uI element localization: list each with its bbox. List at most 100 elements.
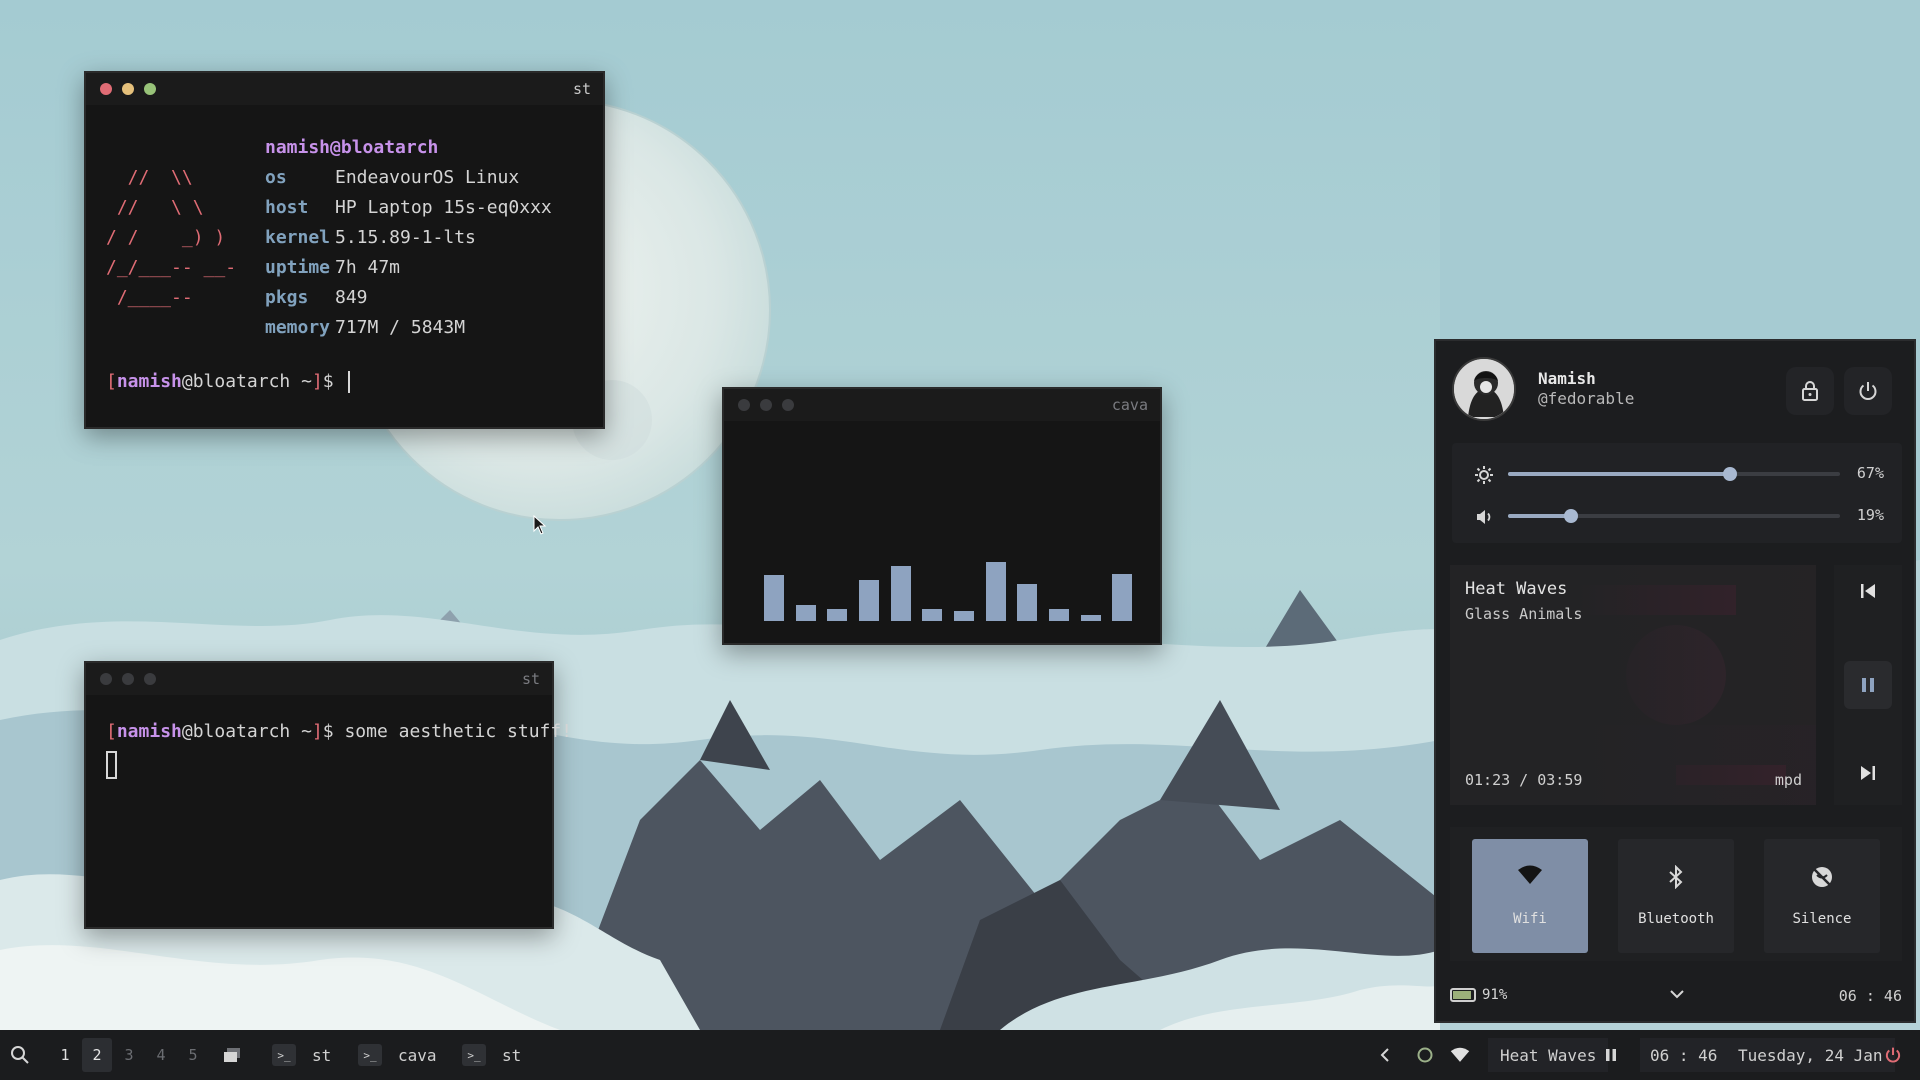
prompt-sign: $ xyxy=(322,721,334,742)
taskbar: 1 2 3 4 5 >_ st >_ cava >_ st Heat Waves… xyxy=(0,1030,1920,1080)
fetch-value: EndeavourOS Linux xyxy=(335,167,520,188)
wifi-icon xyxy=(1450,1047,1470,1062)
lock-button[interactable] xyxy=(1786,367,1834,415)
workspace-3[interactable]: 3 xyxy=(114,1038,144,1072)
taskbar-pause-button[interactable] xyxy=(1604,1030,1618,1080)
ascii-art-line: // \ \ xyxy=(106,197,204,218)
window-overview-icon xyxy=(224,1048,240,1062)
terminal-icon: >_ xyxy=(358,1044,382,1066)
brightness-slider[interactable] xyxy=(1508,467,1840,481)
power-icon xyxy=(1859,382,1877,400)
wifi-toggle[interactable]: Wifi xyxy=(1472,839,1588,953)
window-title: st xyxy=(521,670,540,688)
chevron-down-icon[interactable] xyxy=(1668,985,1686,1003)
user-name: Namish xyxy=(1538,369,1596,388)
date-text: Tuesday, 24 Jan xyxy=(1726,1038,1895,1072)
tray-expand-button[interactable] xyxy=(1378,1030,1392,1080)
task-cava[interactable]: >_ cava xyxy=(358,1030,437,1080)
player-source: mpd xyxy=(1774,771,1802,789)
now-playing[interactable]: Heat Waves xyxy=(1488,1030,1609,1080)
prompt-user: namish xyxy=(116,371,182,392)
network-status[interactable] xyxy=(1416,1030,1434,1080)
workspace-5[interactable]: 5 xyxy=(178,1038,208,1072)
fetch-value: 5.15.89-1-lts xyxy=(335,227,476,248)
pause-icon xyxy=(1606,1049,1616,1061)
taskbar-clock[interactable]: 06 : 46 xyxy=(1640,1030,1728,1080)
next-track-button[interactable] xyxy=(1844,749,1892,797)
search-button[interactable] xyxy=(10,1030,30,1080)
skip-next-icon xyxy=(1861,766,1875,780)
maximize-button[interactable] xyxy=(782,399,794,411)
workspace-2[interactable]: 2 xyxy=(82,1038,112,1072)
cava-visualizer-window[interactable]: cava xyxy=(722,387,1162,645)
task-st[interactable]: >_ st xyxy=(272,1030,331,1080)
window-overview-button[interactable] xyxy=(222,1030,242,1080)
wifi-status[interactable] xyxy=(1450,1030,1470,1080)
previous-track-button[interactable] xyxy=(1844,567,1892,615)
close-button[interactable] xyxy=(100,83,112,95)
toggle-label: Bluetooth xyxy=(1638,911,1714,927)
window-title: st xyxy=(572,80,591,98)
volume-icon xyxy=(1477,510,1491,524)
window-titlebar[interactable]: cava xyxy=(724,389,1160,421)
close-button[interactable] xyxy=(738,399,750,411)
slider-fill xyxy=(1508,472,1730,476)
user-profile: Namish @fedorable xyxy=(1452,357,1634,421)
maximize-button[interactable] xyxy=(144,673,156,685)
volume-slider[interactable] xyxy=(1508,509,1840,523)
ascii-art-line: // \\ xyxy=(106,167,193,188)
user-handle: @fedorable xyxy=(1538,389,1635,408)
fetch-value: 717M / 5843M xyxy=(335,317,466,338)
track-artist: Glass Animals xyxy=(1465,605,1583,623)
now-playing-title: Heat Waves xyxy=(1488,1038,1609,1072)
window-title: cava xyxy=(1111,396,1148,414)
minimize-button[interactable] xyxy=(760,399,772,411)
text-cursor xyxy=(348,371,351,393)
battery-icon xyxy=(1450,988,1476,1002)
slider-knob[interactable] xyxy=(1564,509,1578,523)
window-titlebar[interactable]: st xyxy=(86,73,603,105)
lock-icon xyxy=(1802,381,1818,401)
fetch-value: HP Laptop 15s-eq0xxx xyxy=(335,197,552,218)
fetch-key: host xyxy=(265,197,309,218)
maximize-button[interactable] xyxy=(144,83,156,95)
circle-status-icon xyxy=(1417,1047,1433,1063)
ascii-art-line: /_/___-- __- xyxy=(106,257,237,278)
search-icon xyxy=(11,1046,29,1064)
taskbar-power-button[interactable] xyxy=(1884,1030,1902,1080)
audio-bar xyxy=(922,609,942,621)
audio-bar xyxy=(954,611,974,621)
minimize-button[interactable] xyxy=(122,673,134,685)
workspace-1[interactable]: 1 xyxy=(50,1038,80,1072)
taskbar-date[interactable]: Tuesday, 24 Jan xyxy=(1726,1030,1895,1080)
fetch-key: kernel xyxy=(265,227,331,248)
window-titlebar[interactable]: st xyxy=(86,663,552,695)
block-cursor xyxy=(106,751,117,779)
task-label: cava xyxy=(398,1045,437,1065)
brightness-row: 67% xyxy=(1452,459,1902,489)
slider-knob[interactable] xyxy=(1723,467,1737,481)
silence-toggle[interactable]: Silence xyxy=(1764,839,1880,953)
wifi-icon xyxy=(1518,865,1542,884)
volume-value: 19% xyxy=(1856,506,1884,524)
close-button[interactable] xyxy=(100,673,112,685)
terminal-window[interactable]: st [namish@bloatarch ~]$ some aesthetic … xyxy=(84,661,572,929)
power-button[interactable] xyxy=(1844,367,1892,415)
audio-bar xyxy=(796,605,816,621)
task-st[interactable]: >_ st xyxy=(462,1030,521,1080)
ascii-art-line xyxy=(106,313,265,343)
brightness-icon xyxy=(1475,466,1493,484)
workspace-4[interactable]: 4 xyxy=(146,1038,176,1072)
shell-prompt[interactable]: [namish@bloatarch ~]$ some aesthetic stu… xyxy=(106,721,572,742)
terminal-window-fetch[interactable]: st namish@bloatarch // \\ os EndeavourOS… xyxy=(84,71,605,429)
bluetooth-toggle[interactable]: Bluetooth xyxy=(1618,839,1734,953)
prompt-user: namish xyxy=(116,721,182,742)
slider-fill xyxy=(1508,514,1571,518)
minimize-button[interactable] xyxy=(122,83,134,95)
typed-command: some aesthetic stuff! xyxy=(333,721,573,742)
mouse-pointer-icon xyxy=(533,515,547,535)
audio-bar xyxy=(859,580,879,621)
play-pause-button[interactable] xyxy=(1844,661,1892,709)
fetch-value: 849 xyxy=(335,287,368,308)
shell-prompt[interactable]: [namish@bloatarch ~]$ xyxy=(106,371,351,393)
